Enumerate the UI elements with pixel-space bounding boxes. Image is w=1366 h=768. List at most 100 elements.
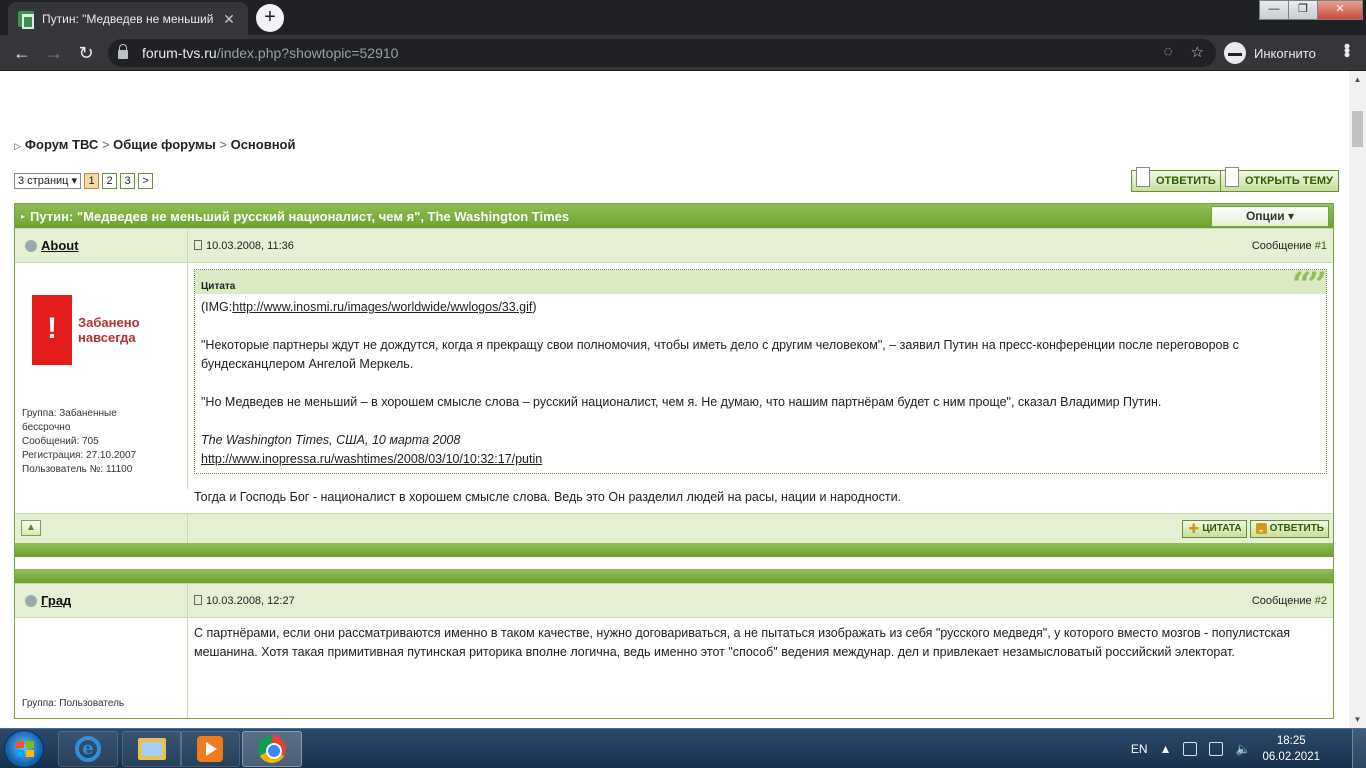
lock-icon[interactable] <box>118 44 128 59</box>
url-host: forum-tvs.ru <box>142 45 217 61</box>
post-author-link[interactable]: Град <box>41 593 71 608</box>
browser-menu-icon[interactable]: ••• <box>1337 43 1357 56</box>
clock-date: 06.02.2021 <box>1262 751 1320 763</box>
back-arrow-icon[interactable]: ← <box>10 41 34 65</box>
scroll-top-arrow-icon[interactable]: ▲ <box>21 520 41 536</box>
tray-expand-icon[interactable]: ▲ <box>1160 742 1172 756</box>
topic-title: Путин: "Медведев не меньший русский наци… <box>30 208 570 224</box>
post-header: About 10.03.2008, 11:36 Сообщение #1 <box>15 228 1333 262</box>
user-icon <box>25 594 37 607</box>
post-body: Группа: Пользователь С партнёрами, если … <box>15 617 1333 718</box>
post-text: С партнёрами, если они рассматриваются и… <box>194 626 1291 659</box>
reload-icon[interactable]: ↻ <box>74 41 98 65</box>
windows-logo-icon <box>16 741 34 757</box>
pagination: 3 страниц ▾ 1 2 3 > <box>14 173 154 189</box>
topic-table: ▸ Путин: "Медведев не меньший русский на… <box>14 203 1334 719</box>
browser-tab[interactable]: Путин: "Медведев не меньший ✕ <box>8 2 248 35</box>
warning-icon: ! <box>32 295 72 365</box>
bookmark-star-icon[interactable]: ☆ <box>1191 43 1204 61</box>
post-separator <box>15 543 1333 557</box>
breadcrumb-main-link[interactable]: Основной <box>231 137 296 152</box>
language-indicator[interactable]: EN <box>1131 742 1148 756</box>
new-topic-button[interactable]: Открыть тему <box>1220 167 1339 192</box>
page-3-link[interactable]: 3 <box>120 173 136 189</box>
title-arrow-icon: ▸ <box>21 211 26 221</box>
action-center-icon[interactable] <box>1183 742 1198 756</box>
volume-icon[interactable]: 🔈 <box>1235 742 1250 756</box>
minimize-button[interactable]: — <box>1259 0 1289 20</box>
breadcrumb-bullet-icon: ▷ <box>14 141 21 151</box>
taskbar-media-player[interactable] <box>180 731 240 767</box>
post-date: 10.03.2008, 11:36 <box>194 239 294 252</box>
post-content: Цитата “” (IMG:http://www.inosmi.ru/imag… <box>188 263 1333 513</box>
window-controls: — ❐ ✕ <box>1259 0 1363 20</box>
author-panel: Группа: Пользователь <box>15 618 188 718</box>
scroll-up-arrow-icon[interactable]: ▲ <box>1349 71 1366 88</box>
author-info: Группа: Забаненные бессрочно Сообщений: … <box>22 408 137 475</box>
page-2-link[interactable]: 2 <box>102 173 118 189</box>
post-date: 10.03.2008, 12:27 <box>194 594 295 607</box>
quote-source-link[interactable]: http://www.inopressa.ru/washtimes/2008/0… <box>201 452 542 466</box>
post-doc-icon <box>194 239 202 250</box>
post-number-link[interactable]: #2 <box>1315 595 1327 607</box>
taskbar-chrome[interactable] <box>242 731 302 767</box>
eye-off-icon[interactable]: ◌ <box>1164 43 1173 61</box>
url-path: /index.php?showtopic=52910 <box>216 45 399 61</box>
quote-mark-icon: „ <box>1255 523 1267 534</box>
browser-tab-bar: Путин: "Медведев не меньший ✕ + — ❐ ✕ <box>0 0 1366 35</box>
post-text: Тогда и Господь Бог - националист в хоро… <box>194 490 902 504</box>
post-separator <box>15 569 1333 583</box>
network-icon[interactable] <box>1209 742 1224 756</box>
new-topic-icon <box>1225 167 1239 187</box>
quote-marks-icon: “” <box>1291 265 1327 305</box>
folder-icon <box>138 738 166 760</box>
post-reply-button[interactable]: „ Ответить <box>1249 519 1329 538</box>
quote-image-link[interactable]: http://www.inosmi.ru/images/worldwide/ww… <box>232 300 532 314</box>
internet-explorer-icon: e <box>75 736 101 762</box>
forward-arrow-icon[interactable]: → <box>42 41 66 65</box>
breadcrumb-general-link[interactable]: Общие форумы <box>113 137 216 152</box>
new-tab-button[interactable]: + <box>256 4 284 32</box>
close-window-button[interactable]: ✕ <box>1317 0 1363 20</box>
topic-title-bar: ▸ Путин: "Медведев не меньший русский на… <box>15 204 1333 228</box>
taskbar-explorer[interactable] <box>122 731 182 767</box>
reply-button[interactable]: Ответить <box>1131 167 1222 192</box>
clock[interactable]: 18:25 06.02.2021 <box>1262 733 1320 765</box>
post-author-link[interactable]: About <box>41 238 79 253</box>
incognito-icon <box>1224 42 1246 64</box>
chrome-icon <box>258 735 286 763</box>
page-1-link[interactable]: 1 <box>84 173 100 189</box>
options-button[interactable]: Опции ▾ <box>1211 206 1329 227</box>
page-viewport: ▷ Форум ТВС > Общие форумы > Основной 3 с… <box>0 71 1366 728</box>
post-footer: ▲ ✚ Цитата „ Ответить <box>15 513 1333 543</box>
reply-icon <box>1136 167 1150 187</box>
maximize-button[interactable]: ❐ <box>1288 0 1318 20</box>
browser-toolbar: ← → ↻ forum-tvs.ru/index.php?showtopic=5… <box>0 35 1366 71</box>
scroll-down-arrow-icon[interactable]: ▼ <box>1349 711 1366 728</box>
quote-button[interactable]: ✚ Цитата <box>1182 519 1247 538</box>
taskbar-ie[interactable]: e <box>58 731 118 767</box>
address-bar[interactable]: forum-tvs.ru/index.php?showtopic=52910 ◌… <box>108 39 1216 67</box>
incognito-indicator[interactable]: Инкогнито <box>1224 41 1316 65</box>
post-number: Сообщение #2 <box>1251 594 1327 607</box>
breadcrumb: ▷ Форум ТВС > Общие форумы > Основной <box>14 137 296 152</box>
tab-close-icon[interactable]: ✕ <box>220 10 238 28</box>
incognito-label: Инкогнито <box>1254 45 1316 61</box>
media-player-icon <box>197 736 223 762</box>
page-scrollbar[interactable]: ▲ ▼ <box>1349 71 1366 728</box>
user-icon <box>25 239 37 252</box>
banned-badge: ! Забанено навсегда <box>32 295 180 365</box>
plus-icon: ✚ <box>1188 520 1200 536</box>
breadcrumb-forum-link[interactable]: Форум ТВС <box>25 137 98 152</box>
start-button[interactable] <box>4 730 44 768</box>
next-page-link[interactable]: > <box>138 173 154 189</box>
quote-block: Цитата “” (IMG:http://www.inosmi.ru/imag… <box>194 268 1327 474</box>
scroll-thumb[interactable] <box>1352 111 1363 147</box>
pages-dropdown[interactable]: 3 страниц ▾ <box>14 173 82 189</box>
post-number-link[interactable]: #1 <box>1315 240 1327 252</box>
omnibox-icons: ◌ ☆ <box>1164 43 1204 61</box>
show-desktop-button[interactable] <box>1352 729 1366 768</box>
post-body: ! Забанено навсегда Группа: Забаненные бе… <box>15 262 1333 513</box>
author-panel: ! Забанено навсегда Группа: Забаненные бе… <box>15 263 188 489</box>
quote-header: Цитата “” <box>195 268 1327 302</box>
